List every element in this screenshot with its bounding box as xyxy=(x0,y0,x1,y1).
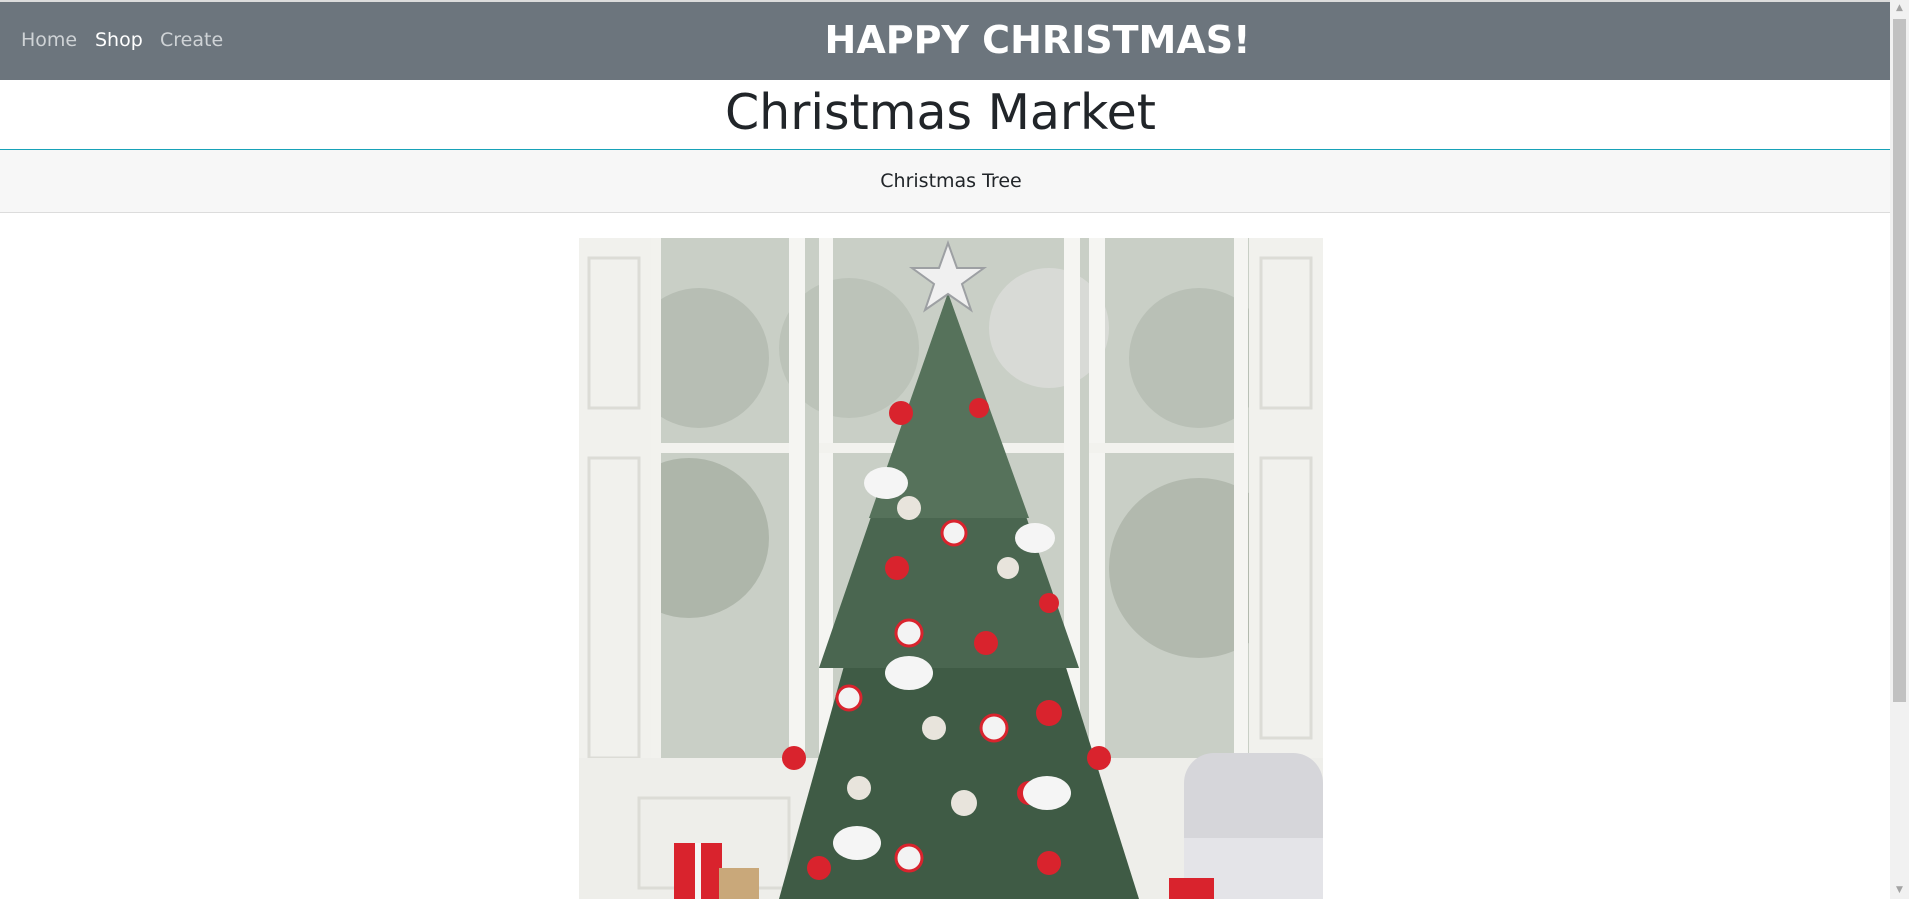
category-label: Christmas Tree xyxy=(880,170,1022,192)
viewport: Home Shop Create HAPPY CHRISTMAS! Christ… xyxy=(0,0,1890,899)
scrollbar-thumb[interactable] xyxy=(1893,19,1906,702)
christmas-tree-photo-icon xyxy=(579,238,1323,899)
scroll-up-arrow-icon[interactable]: ▲ xyxy=(1890,0,1909,17)
product-image[interactable] xyxy=(579,238,1323,899)
banner-heading: HAPPY CHRISTMAS! xyxy=(824,18,1251,62)
category-header: Christmas Tree xyxy=(0,150,1890,213)
page: Home Shop Create HAPPY CHRISTMAS! Christ… xyxy=(0,0,1909,899)
page-title: Christmas Market xyxy=(724,84,1157,141)
scroll-down-arrow-icon[interactable]: ▼ xyxy=(1890,882,1909,899)
page-scrollbar[interactable]: ▲ ▼ xyxy=(1890,0,1909,899)
navbar: Home Shop Create HAPPY CHRISTMAS! xyxy=(0,2,1890,80)
